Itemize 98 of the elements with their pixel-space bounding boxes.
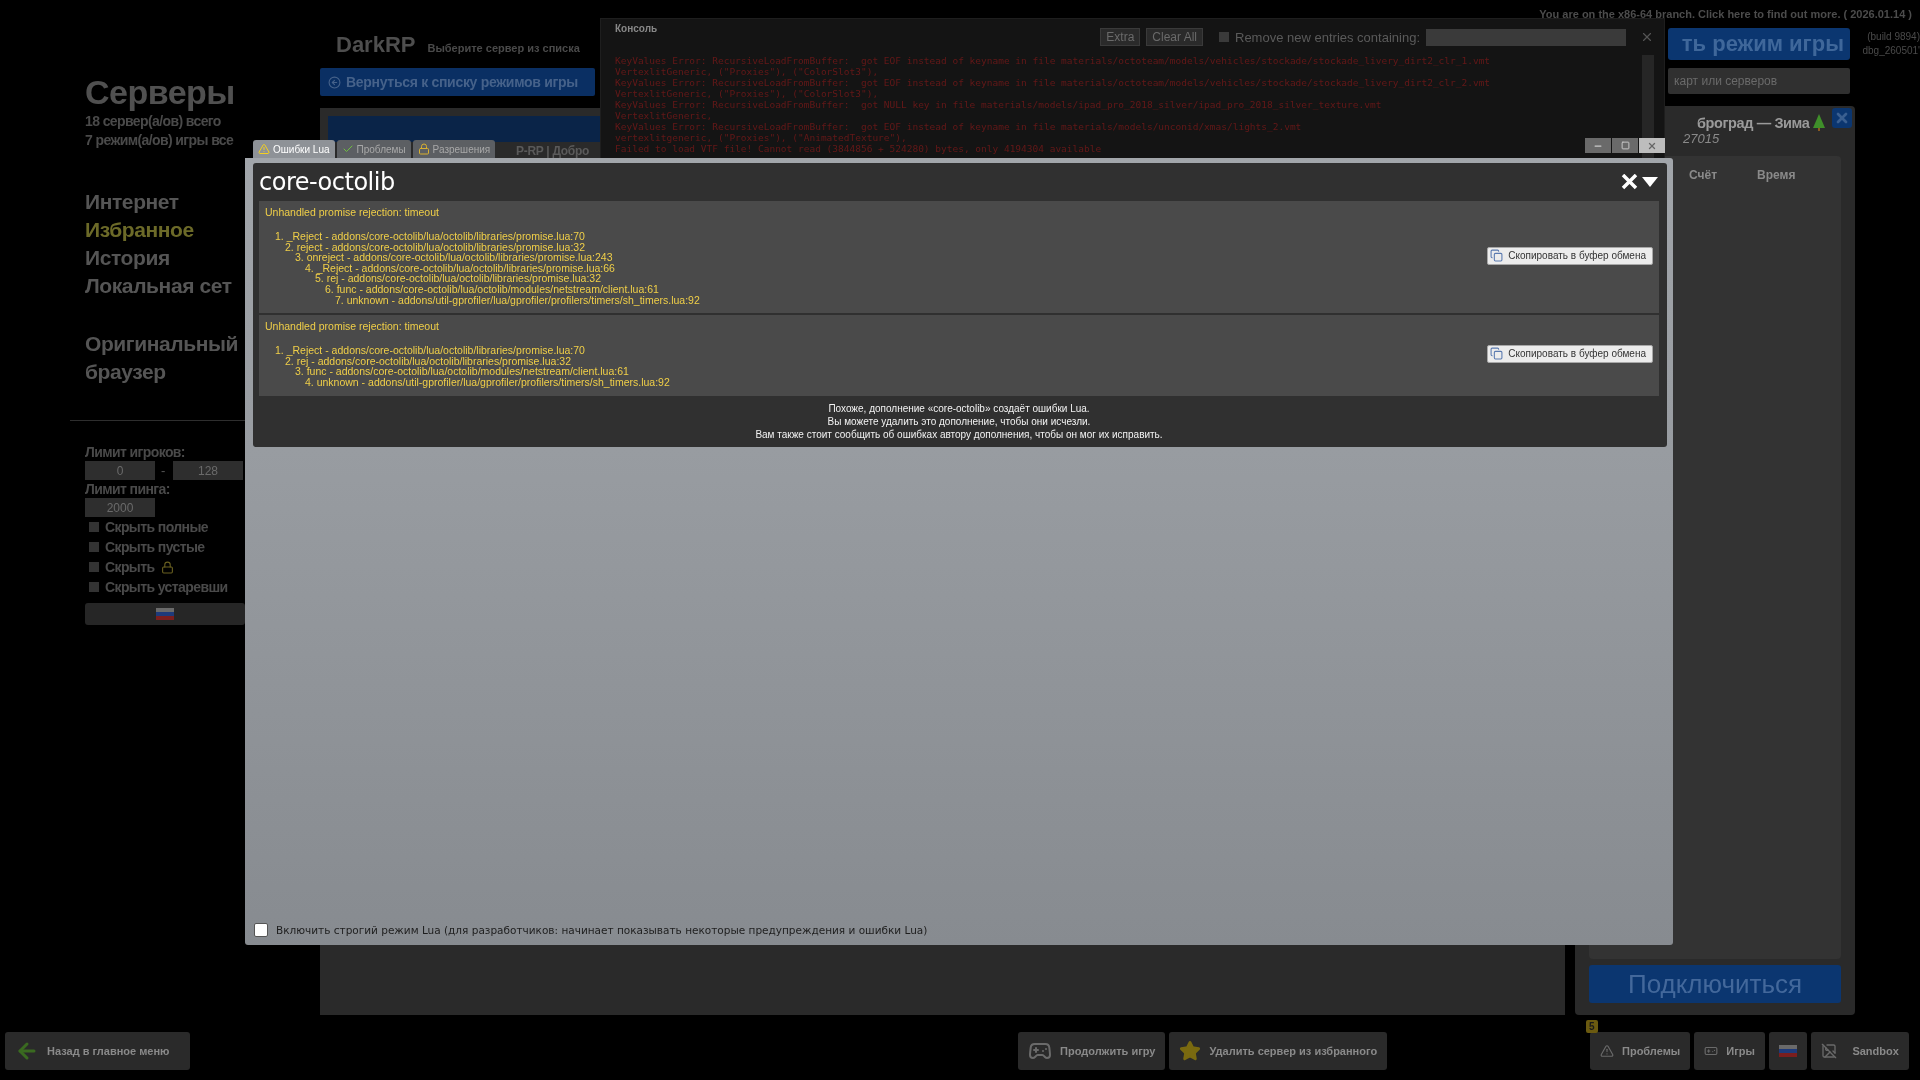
filter-label: Лимит игроков: xyxy=(85,443,186,461)
close-button[interactable] xyxy=(1832,108,1852,128)
maximize-button[interactable] xyxy=(1612,138,1638,153)
warning-icon xyxy=(1600,1043,1614,1058)
image-icon xyxy=(1820,1042,1837,1059)
maximize-icon xyxy=(1620,141,1630,150)
close-icon xyxy=(1834,110,1850,126)
copy-button[interactable]: Скопировать в буфер обмена xyxy=(1487,246,1653,265)
filter-label: Remove new entries containing: xyxy=(1235,29,1420,45)
close-icon[interactable] xyxy=(1640,30,1654,44)
console-button[interactable]: Extra xyxy=(1100,28,1141,46)
main-menu-button[interactable]: Назад в главное меню xyxy=(5,1031,190,1070)
footer-text: Вам также стоит сообщить об ошибках автору дополнения, чтобы он мог их исправить. xyxy=(755,427,1163,441)
trace-line: 1. _Reject - addons/core-octolib/lua/octolib/libraries/promise.lua:70 xyxy=(275,344,585,357)
nav-item[interactable]: Избранное xyxy=(85,216,194,244)
addon-title: core-octolib xyxy=(259,168,395,196)
server-port: 27015 xyxy=(1683,131,1720,146)
checkbox-label: Скрыть устаревши xyxy=(105,579,228,595)
close-icon xyxy=(1647,140,1657,151)
checkbox[interactable] xyxy=(89,562,99,572)
column-header: Время xyxy=(1757,168,1796,182)
language-button[interactable] xyxy=(85,603,245,625)
flag-icon xyxy=(156,608,174,620)
games-button[interactable]: Игры xyxy=(1694,1031,1765,1070)
build-info: (build 9894) xyxy=(1867,30,1920,44)
console-title: Консоль xyxy=(615,23,658,34)
language-button[interactable] xyxy=(1768,1031,1807,1070)
tree-icon xyxy=(1813,114,1826,131)
checkbox-label: Включить строгий режим Lua (для разработчиков: начинает показывать некоторые предупреждения и ошибки Lua) xyxy=(276,924,928,936)
count-badge: 5 xyxy=(1586,1019,1598,1033)
branch-notice[interactable]: You are on the x86-64 branch. Click here to find out more. ( 2026.01.14 ) xyxy=(1539,8,1912,20)
server-stats: 18 сервер(а/ов) всего xyxy=(85,112,221,131)
copy-icon xyxy=(1490,249,1504,263)
warning-icon xyxy=(258,143,270,155)
lock-icon xyxy=(417,143,430,155)
nav-item[interactable]: Интернет xyxy=(85,188,179,216)
nav-item[interactable]: История xyxy=(85,244,170,272)
console-button[interactable]: Clear All xyxy=(1146,28,1203,46)
error-message: Unhandled promise rejection: timeout xyxy=(265,206,440,219)
trace-line: 3. func - addons/core-octolib/lua/octolib/modules/netstream/client.lua:61 xyxy=(295,365,629,378)
action-button[interactable]: Продолжить игру xyxy=(1018,1031,1166,1070)
checkbox-label: Скрыть полные xyxy=(105,519,208,535)
build-info: dbg_260501' xyxy=(1862,44,1920,58)
console-line: Failed to load VTF file! Cannot read (3844856 + 524280) bytes, only 4194304 available xyxy=(615,143,1102,154)
server-stats: 7 режим(а/ов) игры все xyxy=(85,131,234,150)
console-line: VertexlitGeneric, ("Proxies"), ("ColorSlot3"), xyxy=(615,66,879,77)
trace-line: 3. onreject - addons/core-octolib/lua/octolib/libraries/promise.lua:243 xyxy=(295,251,613,264)
error-message: Unhandled promise rejection: timeout xyxy=(265,320,440,334)
trace-line: 4. unknown - addons/util-gprofiler/lua/gprofiler/profilers/timers/sh_timers.lua:92 xyxy=(305,375,670,388)
tab[interactable]: Разрешения xyxy=(412,140,496,158)
nav-item[interactable]: Локальная сет xyxy=(85,272,232,300)
min-players-field[interactable]: 0 xyxy=(85,461,155,480)
lock-icon xyxy=(160,560,174,574)
gamemode-subtitle: Выберите сервер из списка xyxy=(427,42,580,54)
footer-text: Вы можете удалить это дополнение, чтобы они исчезли. xyxy=(827,414,1091,428)
ping-field[interactable]: 2000 xyxy=(85,498,155,517)
footer-text: Похоже, дополнение «core-octolib» создаёт ошибки Lua. xyxy=(828,401,1090,415)
console-line: KeyValues Error: RecursiveLoadFromBuffer: got EOF instead of keyname in file materials/octoteam/models/vehicles/stockade/stockade_livery_dirt2_clr_2.vmt xyxy=(615,77,1491,88)
flag-icon xyxy=(1778,1044,1797,1057)
trace-line: 7. unknown - addons/util-gprofiler/lua/gprofiler/profilers/timers/sh_timers.lua:92 xyxy=(335,293,700,306)
console-line: VertexlitGeneric, ("Proxies"), ("ColorSlot3"), xyxy=(615,88,879,99)
column-header: Счёт xyxy=(1689,168,1718,182)
tab[interactable]: Проблемы xyxy=(336,140,411,158)
checkbox-label: Скрыть пустые xyxy=(105,539,205,555)
filter-label: Лимит пинга: xyxy=(85,480,171,498)
check-icon xyxy=(341,143,354,155)
connect-button[interactable]: Подключиться xyxy=(1589,965,1841,1003)
server-title: броград — Зима xyxy=(1697,114,1810,131)
copy-button[interactable]: Скопировать в буфер обмена xyxy=(1487,344,1653,363)
search-field[interactable]: карт или серверов xyxy=(1668,68,1850,94)
tab[interactable]: Ошибки Lua xyxy=(253,140,335,158)
console-line: vertexlitgeneric, ("Proxies"), ("AnimatedTexture"), xyxy=(615,132,907,143)
page-title: Серверы xyxy=(85,73,236,112)
console-line: KeyValues Error: RecursiveLoadFromBuffer: got EOF instead of keyname in file materials/models/unconid/xmas/lights_2.vmt xyxy=(615,121,1302,132)
checkbox-label: Скрыть xyxy=(105,559,155,575)
trace-line: 1. _Reject - addons/core-octolib/lua/octolib/libraries/promise.lua:70 xyxy=(275,230,585,242)
action-button[interactable]: Удалить сервер из избранного xyxy=(1169,1031,1388,1070)
close-button[interactable] xyxy=(1639,138,1665,153)
problems-button[interactable]: Проблемы xyxy=(1590,1031,1691,1070)
gamemode-title: DarkRP xyxy=(336,32,416,58)
filter-field[interactable] xyxy=(1426,28,1626,46)
close-collapse-icon[interactable] xyxy=(1621,174,1659,190)
checkbox[interactable] xyxy=(89,522,99,532)
checkbox[interactable] xyxy=(89,542,99,552)
minimize-button[interactable] xyxy=(1585,138,1611,153)
nav-item[interactable]: Оригинальный браузер xyxy=(85,330,245,386)
copy-icon xyxy=(1490,347,1504,361)
console-line: VertexlitGeneric, xyxy=(615,110,713,121)
checkbox[interactable] xyxy=(1219,32,1229,42)
checkbox[interactable] xyxy=(254,923,268,937)
star-icon xyxy=(1179,1039,1202,1062)
console-line: KeyValues Error: RecursiveLoadFromBuffer: got EOF instead of keyname in file materials/octoteam/models/vehicles/stockade/stockade_livery_dirt2_clr_1.vmt xyxy=(615,55,1491,66)
gamemode-button[interactable]: Sandbox xyxy=(1810,1031,1909,1070)
back-to-modes-button[interactable]: Вернуться к списку режимов игры xyxy=(320,68,595,96)
console-line: KeyValues Error: RecursiveLoadFromBuffer: got NULL key in file materials/models/ipad_pro_2018_silver/ipad_pro_2018_silver_texture.vmt xyxy=(615,99,1382,110)
checkbox[interactable] xyxy=(89,582,99,592)
range-separator: - xyxy=(161,463,167,478)
max-players-field[interactable]: 128 xyxy=(173,461,243,480)
